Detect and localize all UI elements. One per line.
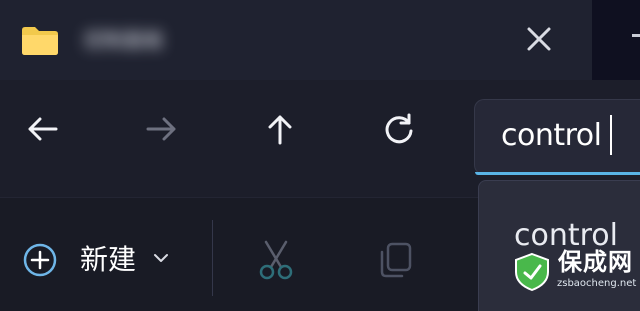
watermark-url: zsbaocheng.net xyxy=(557,278,637,289)
chevron-down-icon[interactable] xyxy=(153,252,169,264)
new-tab-plus-icon[interactable] xyxy=(632,34,640,37)
search-input[interactable] xyxy=(501,114,640,158)
watermark-name: 保成网 xyxy=(558,248,633,276)
scissors-icon[interactable] xyxy=(254,238,298,282)
folder-icon xyxy=(22,27,58,55)
copy-icon[interactable] xyxy=(374,238,418,282)
tab-title: 控制面板 xyxy=(84,28,164,52)
plus-circle-icon xyxy=(23,243,57,277)
search-box[interactable] xyxy=(474,99,640,175)
watermark-shield-icon xyxy=(515,252,549,292)
toolbar-divider xyxy=(212,220,213,296)
text-caret xyxy=(610,115,612,155)
close-icon[interactable] xyxy=(522,22,556,56)
refresh-icon[interactable] xyxy=(381,111,417,147)
arrow-up-icon[interactable] xyxy=(262,111,298,147)
arrow-left-icon[interactable] xyxy=(24,111,60,147)
arrow-right-icon[interactable] xyxy=(144,111,180,147)
new-tab-area[interactable] xyxy=(592,0,640,80)
new-button-label: 新建 xyxy=(80,243,137,276)
